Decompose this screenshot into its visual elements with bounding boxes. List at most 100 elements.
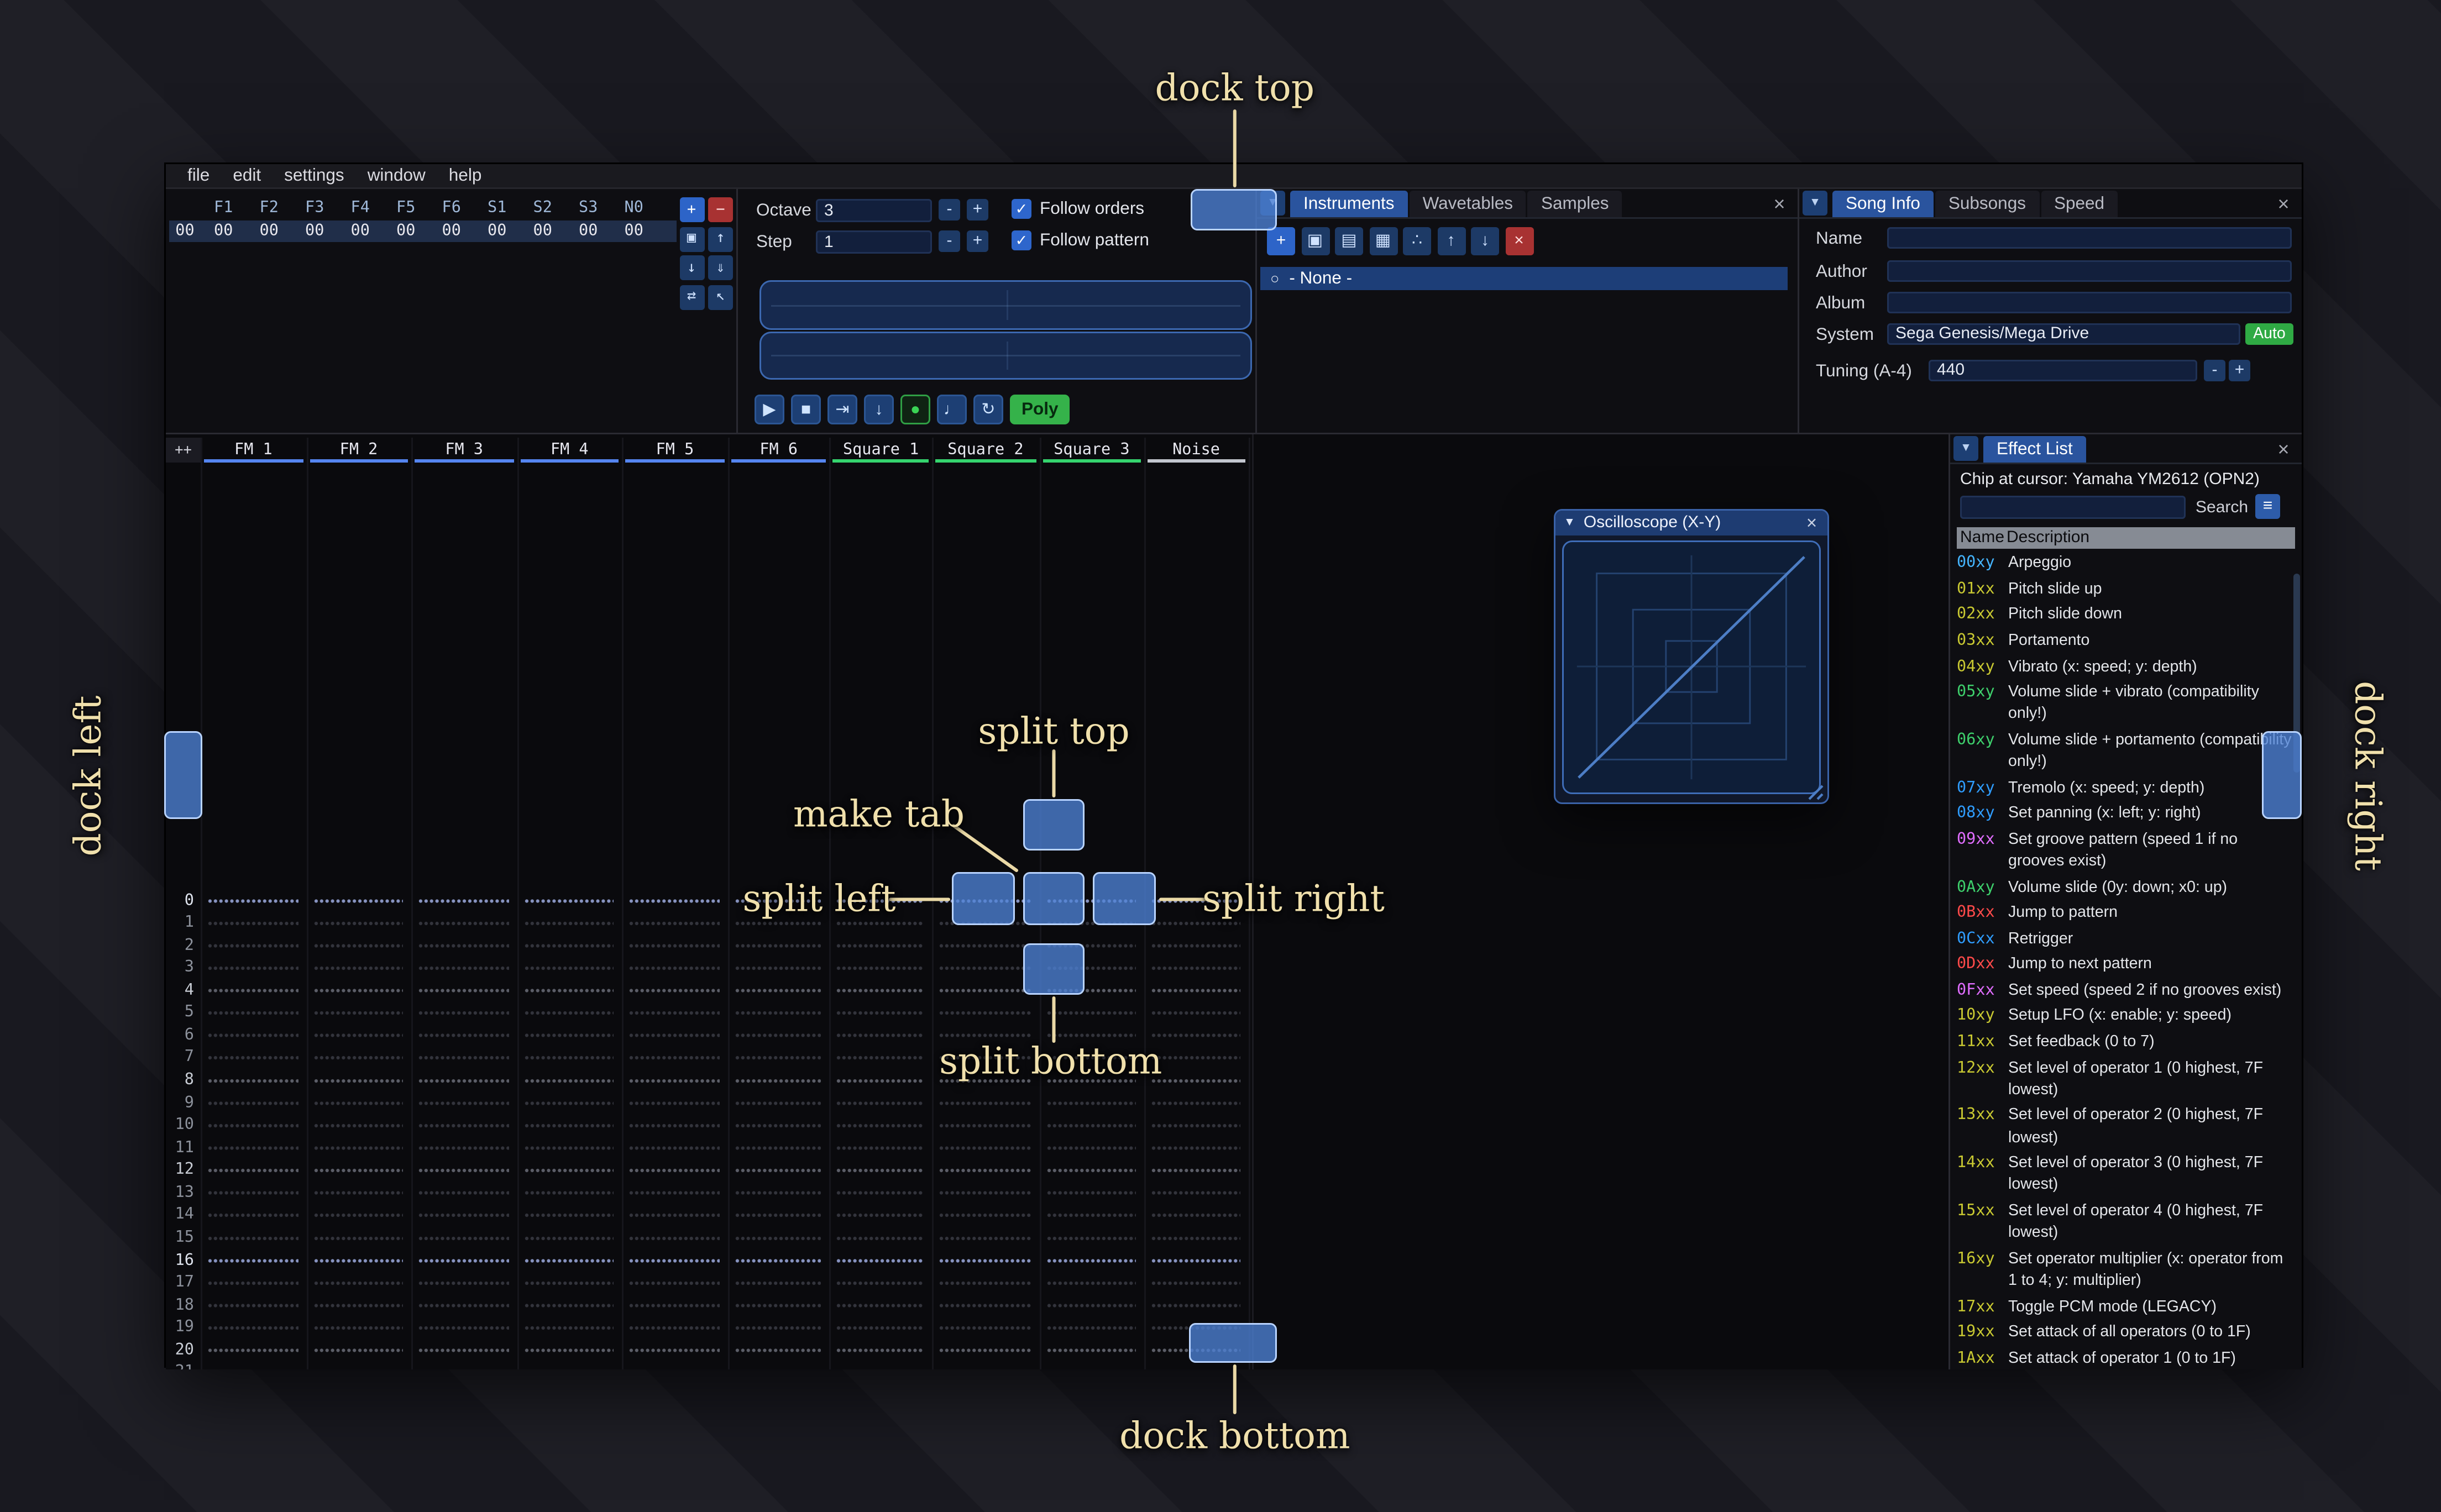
pattern-cell[interactable] — [201, 1362, 306, 1369]
split-left-target[interactable] — [951, 873, 1015, 925]
instrument-list-item-none[interactable]: ○ - None - — [1260, 267, 1788, 290]
pattern-cell[interactable] — [411, 912, 517, 935]
pattern-row-0[interactable]: 0 — [166, 889, 1252, 912]
pattern-cell[interactable] — [1039, 1204, 1145, 1227]
menu-item-window[interactable]: window — [356, 166, 437, 186]
pattern-cell[interactable] — [411, 934, 517, 957]
pattern-cell[interactable] — [411, 1182, 517, 1205]
pattern-cell[interactable] — [932, 1182, 1039, 1205]
effect-row-15xx[interactable]: 15xx Set level of operator 4 (0 highest, … — [1957, 1198, 2295, 1246]
pattern-cell[interactable] — [517, 1091, 622, 1115]
pattern-cell[interactable] — [727, 1339, 830, 1362]
pattern-cell[interactable] — [306, 1249, 412, 1272]
pattern-cell[interactable] — [622, 889, 728, 912]
pattern-cell[interactable] — [411, 1114, 517, 1137]
pattern-cell[interactable] — [1144, 934, 1248, 957]
pattern-cell[interactable] — [517, 1137, 622, 1159]
pattern-row-5[interactable]: 5 — [166, 1002, 1252, 1025]
pattern-cell[interactable] — [306, 1024, 412, 1047]
effect-list-menu-icon[interactable]: ≡ — [2255, 494, 2280, 519]
pattern-cell[interactable] — [622, 1227, 728, 1250]
pattern-cell[interactable] — [1144, 1204, 1248, 1227]
pattern-cell[interactable] — [727, 1272, 830, 1295]
pattern-cell[interactable] — [932, 1339, 1039, 1362]
tab-samples[interactable]: Samples — [1527, 191, 1622, 217]
orders-cell[interactable]: 00 — [520, 222, 566, 240]
pattern-row-19[interactable]: 19 — [166, 1316, 1252, 1340]
transport-play-from-cursor-button[interactable]: ⇥ — [827, 395, 857, 424]
pattern-cell[interactable] — [622, 1294, 728, 1317]
pattern-cell[interactable] — [727, 1069, 830, 1092]
oscilloscope-window[interactable]: ▼ Oscilloscope (X-Y) × — [1554, 509, 1829, 804]
pattern-row-20[interactable]: 20 — [166, 1339, 1252, 1362]
pattern-cell[interactable] — [517, 1024, 622, 1047]
pattern-cell[interactable] — [201, 934, 306, 957]
pattern-cell[interactable] — [1039, 1227, 1145, 1250]
pattern-cell[interactable] — [411, 889, 517, 912]
pattern-cell[interactable] — [1144, 1091, 1248, 1115]
pattern-cell[interactable] — [622, 1182, 728, 1205]
pattern-row-14[interactable]: 14 — [166, 1204, 1252, 1227]
pattern-cell[interactable] — [932, 1002, 1039, 1025]
split-right-target[interactable] — [1093, 873, 1156, 925]
pattern-cell[interactable] — [830, 1249, 932, 1272]
octave-input[interactable]: 3 — [816, 199, 932, 222]
instrument-open-button[interactable]: ▤ — [1335, 227, 1363, 255]
pattern-cell[interactable] — [932, 1114, 1039, 1137]
pattern-cell[interactable] — [306, 1159, 412, 1182]
pattern-cell[interactable] — [517, 1227, 622, 1250]
pattern-cell[interactable] — [411, 1047, 517, 1070]
pattern-row-17[interactable]: 17 — [166, 1272, 1252, 1295]
effect-search-input[interactable] — [1960, 496, 2186, 519]
orders-duplicate-button[interactable]: ▣ — [679, 226, 704, 251]
effect-row-19xx[interactable]: 19xx Set attack of all operators (0 to 1F… — [1957, 1320, 2295, 1346]
effect-row-0Cxx[interactable]: 0Cxx Retrigger — [1957, 926, 2295, 952]
pattern-cell[interactable] — [727, 1024, 830, 1047]
pattern-cell[interactable] — [622, 957, 728, 980]
pattern-cell[interactable] — [411, 1024, 517, 1047]
system-auto-button[interactable]: Auto — [2245, 323, 2293, 345]
pattern-cell[interactable] — [201, 1002, 306, 1025]
pattern-row-21[interactable]: 21 — [166, 1362, 1252, 1369]
orders-row[interactable]: 00 00 00 00 00 00 00 00 00 00 00 — [169, 221, 677, 242]
pattern-cell[interactable] — [201, 1249, 306, 1272]
pattern-cell[interactable] — [830, 1047, 932, 1070]
pattern-cell[interactable] — [622, 1024, 728, 1047]
menu-item-settings[interactable]: settings — [273, 166, 356, 186]
dock-bottom-target[interactable] — [1189, 1322, 1277, 1363]
channel-header-fm-2[interactable]: FM 2 — [306, 438, 412, 463]
effect-row-10xy[interactable]: 10xy Setup LFO (x: enable; y: speed) — [1957, 1004, 2295, 1030]
pattern-cell[interactable] — [201, 1159, 306, 1182]
pattern-cell[interactable] — [1144, 1272, 1248, 1295]
effect-row-08xy[interactable]: 08xy Set panning (x: left; y: right) — [1957, 801, 2295, 827]
pattern-cell[interactable] — [517, 957, 622, 980]
dock-left-target[interactable] — [163, 731, 203, 820]
pattern-cell[interactable] — [201, 1316, 306, 1340]
pattern-cell[interactable] — [622, 1114, 728, 1137]
pattern-cell[interactable] — [622, 1362, 728, 1369]
pattern-cell[interactable] — [517, 1204, 622, 1227]
pattern-cell[interactable] — [1039, 1091, 1145, 1115]
pattern-cell[interactable] — [727, 1091, 830, 1115]
pattern-cell[interactable] — [306, 912, 412, 935]
pattern-cell[interactable] — [830, 1227, 932, 1250]
pattern-cell[interactable] — [622, 934, 728, 957]
pattern-cell[interactable] — [932, 1316, 1039, 1340]
pattern-cell[interactable] — [1039, 1339, 1145, 1362]
pattern-cell[interactable] — [830, 1339, 932, 1362]
orders-cell[interactable]: 00 — [474, 222, 520, 240]
pattern-cell[interactable] — [622, 1091, 728, 1115]
pattern-cell[interactable] — [517, 1114, 622, 1137]
pattern-cell[interactable] — [1039, 1316, 1145, 1340]
effect-row-17xx[interactable]: 17xx Toggle PCM mode (LEGACY) — [1957, 1294, 2295, 1320]
orders-cell[interactable]: 00 — [247, 222, 292, 240]
pattern-cell[interactable] — [727, 1316, 830, 1340]
transport-metronome-button[interactable]: ♩ — [937, 395, 967, 424]
pattern-cell[interactable] — [727, 1114, 830, 1137]
channel-header-square-3[interactable]: Square 3 — [1039, 438, 1145, 463]
pattern-cell[interactable] — [1144, 1002, 1248, 1025]
pattern-cell[interactable] — [1144, 1137, 1248, 1159]
pattern-cell[interactable] — [830, 1294, 932, 1317]
pattern-cell[interactable] — [306, 1339, 412, 1362]
effect-row-11xx[interactable]: 11xx Set feedback (0 to 7) — [1957, 1030, 2295, 1056]
